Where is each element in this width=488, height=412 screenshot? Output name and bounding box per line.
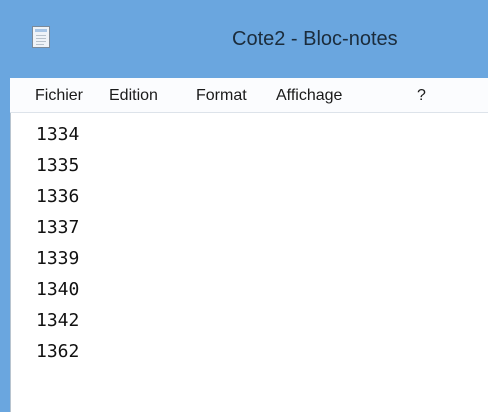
text-line: 1334	[36, 124, 80, 145]
text-line: 1336	[36, 186, 80, 207]
text-line: 1340	[36, 279, 80, 300]
menu-affichage[interactable]: Affichage	[276, 78, 342, 113]
menu-edition[interactable]: Edition	[109, 78, 158, 113]
notepad-client-area: Fichier Edition Format Affichage ? 1334 …	[10, 78, 488, 412]
text-line: 1335	[36, 155, 80, 176]
text-editor[interactable]: 1334 1335 1336 1337 1339 1340 1342 1362	[10, 113, 488, 412]
menu-fichier[interactable]: Fichier	[35, 78, 83, 113]
title-bar[interactable]: Cote2 - Bloc-notes	[0, 0, 488, 78]
text-line: 1362	[36, 341, 80, 362]
menu-bar: Fichier Edition Format Affichage ?	[10, 78, 488, 113]
text-line: 1337	[36, 217, 80, 238]
text-line: 1339	[36, 248, 80, 269]
notepad-icon[interactable]	[32, 26, 50, 48]
notepad-window: Cote2 - Bloc-notes Fichier Edition Forma…	[0, 0, 488, 412]
window-title: Cote2 - Bloc-notes	[232, 28, 398, 50]
menu-help[interactable]: ?	[417, 78, 426, 113]
text-line: 1342	[36, 310, 80, 331]
menu-format[interactable]: Format	[196, 78, 247, 113]
